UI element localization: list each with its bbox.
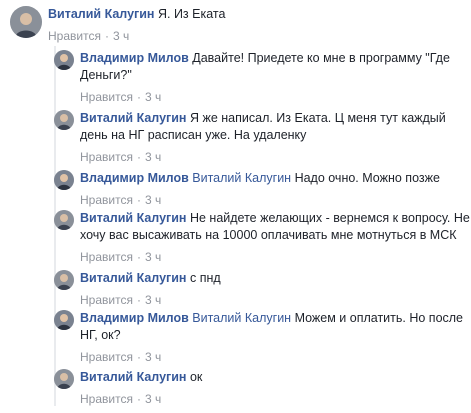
meta-separator: · [136,150,141,164]
comment-author[interactable]: Виталий Калугин [80,111,186,125]
user-photo-icon [54,270,74,290]
comment-meta: Нравится · 3 ч [80,250,470,264]
comment-meta: Нравится · 3 ч [80,150,470,164]
avatar[interactable] [54,170,74,190]
comment-time[interactable]: 3 ч [145,250,161,264]
comment-meta: Нравится · 3 ч [80,392,470,406]
reply: Виталий Калугин ок Нравится · 3 ч [54,369,470,406]
user-photo-icon [10,6,42,38]
like-link[interactable]: Нравится [80,193,133,207]
comment-time[interactable]: 3 ч [145,193,161,207]
comment-text: ок [189,370,203,384]
reply: Владимир Милов Виталий Калугин Надо очно… [54,170,470,207]
comment-meta: Нравится · 3 ч [80,293,470,307]
comment-author[interactable]: Виталий Калугин [48,7,154,21]
comment-time[interactable]: 3 ч [145,350,161,364]
comment-author[interactable]: Владимир Милов [80,311,189,325]
like-link[interactable]: Нравится [80,150,133,164]
reply: Владимир Милов Давайте! Приедете ко мне … [54,50,470,104]
like-link[interactable]: Нравится [80,250,133,264]
comment-time[interactable]: 3 ч [145,293,161,307]
like-link[interactable]: Нравится [80,90,133,104]
user-photo-icon [54,170,74,190]
comment-author[interactable]: Владимир Милов [80,51,189,65]
user-photo-icon [54,210,74,230]
comment-text-block: Владимир Милов Виталий Калугин Можем и о… [80,310,470,344]
reply: Виталий Калугин с пнд Нравится · 3 ч [54,270,470,307]
meta-separator: · [136,193,141,207]
comment-text: Надо очно. Можно позже [294,171,440,185]
comment-text-block: Виталий Калугин Я. Из Еката [48,6,438,23]
reply: Виталий Калугин Я же написал. Из Еката. … [54,110,470,164]
mention-link[interactable]: Виталий Калугин [192,311,291,325]
comment-text: с пнд [189,271,221,285]
comment-meta: Нравится · 3 ч [80,193,470,207]
like-link[interactable]: Нравится [48,29,101,43]
comment-author[interactable]: Виталий Калугин [80,370,186,384]
comment-time[interactable]: 3 ч [145,392,161,406]
comment-time[interactable]: 3 ч [113,29,129,43]
meta-separator: · [136,392,141,406]
meta-separator: · [104,29,109,43]
like-link[interactable]: Нравится [80,350,133,364]
avatar[interactable] [54,50,74,70]
user-photo-icon [54,110,74,130]
comment-meta: Нравится · 3 ч [80,90,470,104]
comment-text: Я. Из Еката [157,7,226,21]
comment-author[interactable]: Владимир Милов [80,171,189,185]
reply: Виталий Калугин Не найдете желающих - ве… [54,210,470,264]
like-link[interactable]: Нравится [80,293,133,307]
reply: Владимир Милов Виталий Калугин Можем и о… [54,310,470,364]
avatar[interactable] [54,270,74,290]
comment-text-block: Владимир Милов Виталий Калугин Надо очно… [80,170,470,187]
user-photo-icon [54,50,74,70]
user-photo-icon [54,310,74,330]
comment-meta: Нравится · 3 ч [48,29,438,43]
comment-text-block: Виталий Калугин ок [80,369,470,386]
comment-text-block: Владимир Милов Давайте! Приедете ко мне … [80,50,470,84]
meta-separator: · [136,90,141,104]
comment: Виталий Калугин Я. Из Еката Нравится · 3 ч [10,6,438,43]
meta-separator: · [136,250,141,264]
comment-text-block: Виталий Калугин Не найдете желающих - ве… [80,210,470,244]
avatar[interactable] [54,210,74,230]
mention-link[interactable]: Виталий Калугин [192,171,291,185]
avatar[interactable] [54,369,74,389]
comment-time[interactable]: 3 ч [145,90,161,104]
meta-separator: · [136,293,141,307]
comment-time[interactable]: 3 ч [145,150,161,164]
meta-separator: · [136,350,141,364]
comment-meta: Нравится · 3 ч [80,350,470,364]
like-link[interactable]: Нравится [80,392,133,406]
avatar[interactable] [54,110,74,130]
comment-text-block: Виталий Калугин с пнд [80,270,470,287]
avatar[interactable] [10,6,42,38]
comment-text-block: Виталий Калугин Я же написал. Из Еката. … [80,110,470,144]
comment-author[interactable]: Виталий Калугин [80,271,186,285]
comment-author[interactable]: Виталий Калугин [80,211,186,225]
avatar[interactable] [54,310,74,330]
user-photo-icon [54,369,74,389]
